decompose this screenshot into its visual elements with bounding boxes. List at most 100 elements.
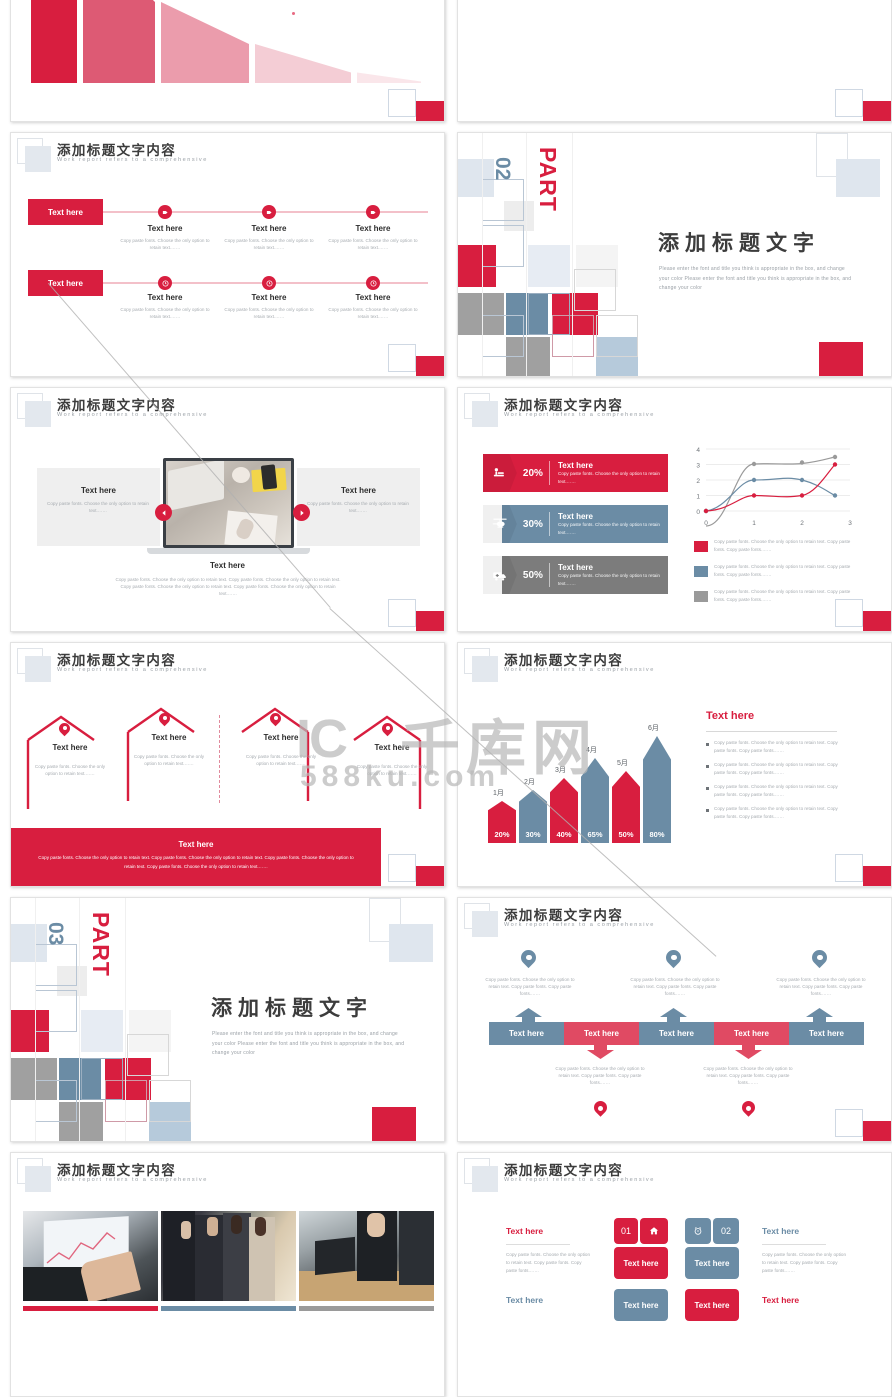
slide-arrow-bars[interactable]: 添加标题文字内容 Work report refers to a compreh…: [457, 642, 892, 887]
timeline-dot-2-2[interactable]: [262, 276, 276, 290]
deco-square-fill: [389, 924, 433, 962]
slide-header: 添加标题文字内容 Work report refers to a compreh…: [11, 643, 444, 687]
corner-square-outline: [835, 89, 863, 117]
timeline-dot-1-3[interactable]: [366, 205, 380, 219]
card-number-02[interactable]: 02: [713, 1218, 739, 1244]
percent-row-3-value: 50%: [522, 569, 543, 581]
chevron-step-5[interactable]: Text here: [789, 1022, 864, 1045]
slide-hexagons[interactable]: Text here Copy paste fonts. Choose the o…: [457, 0, 892, 122]
bar-label-3: 3月: [555, 767, 566, 774]
slide-header: 添加标题文字内容 Work report refers to a compreh…: [11, 1153, 444, 1197]
chevron-step-4[interactable]: Text here: [714, 1022, 789, 1045]
timeline-node-2-2-body: Copy paste fonts. Choose the only option…: [224, 307, 314, 320]
side-title-rule: [706, 731, 837, 732]
corner-square-red: [863, 866, 891, 886]
photo-1[interactable]: [23, 1211, 158, 1301]
chevron-step-3[interactable]: Text here: [639, 1022, 714, 1045]
bullet-list: Copy paste fonts. Choose the only option…: [706, 739, 846, 828]
bar-1: 20%: [488, 801, 516, 843]
photo-phone: [260, 464, 278, 490]
svg-text:1: 1: [696, 494, 700, 501]
photo-cup: [232, 467, 250, 483]
home-icon: [649, 1227, 659, 1235]
slide-header: 添加标题文字内容 Work report refers to a compreh…: [458, 388, 891, 432]
mosaic-cell: [528, 245, 570, 287]
page-subtitle: Work report refers to a comprehensive: [504, 667, 655, 673]
timeline-dot-2-3[interactable]: [366, 276, 380, 290]
bullet-item: Copy paste fonts. Choose the only option…: [706, 805, 846, 820]
mosaic-outline: [35, 1080, 77, 1122]
slide-funnel[interactable]: Text Here Copy paste fonts. Choose the o…: [10, 0, 445, 122]
percent-row-2-value: 30%: [522, 518, 543, 530]
corner-square-red: [416, 611, 444, 631]
mosaic-outline: [482, 315, 524, 357]
chevron-step-1[interactable]: Text here: [489, 1022, 564, 1045]
mosaic-outline: [127, 1034, 169, 1076]
card-icon-01[interactable]: [640, 1218, 668, 1244]
slide-speech-cards[interactable]: 添加标题文字内容 Work report refers to a compreh…: [457, 1152, 892, 1397]
chevron-step-2[interactable]: Text here: [564, 1022, 639, 1045]
svg-text:2: 2: [800, 520, 804, 527]
card-number-01[interactable]: 01: [614, 1218, 638, 1244]
drop-marker-1: [594, 1101, 607, 1117]
chevron-top-note-2: Copy paste fonts. Choose the only option…: [630, 977, 720, 997]
chevron-top-note-3: Copy paste fonts. Choose the only option…: [776, 977, 866, 997]
card-label-03[interactable]: Text here: [614, 1289, 668, 1321]
photo-2-face-3: [231, 1215, 242, 1234]
mosaic-outline: [105, 1080, 147, 1122]
bullet-marker: [706, 787, 709, 791]
chevron-bottom-note-1: Copy paste fonts. Choose the only option…: [555, 1066, 645, 1086]
percent-row-2[interactable]: 30% Text here Copy paste fonts. Choose t…: [483, 505, 668, 543]
alarm-icon: [694, 1226, 702, 1235]
photo-3[interactable]: [299, 1211, 434, 1301]
card-icon-02[interactable]: [685, 1218, 711, 1244]
slide-header: 添加标题文字内容 Work report refers to a compreh…: [11, 388, 444, 432]
timeline-dot-2-1[interactable]: [158, 276, 172, 290]
part-number: 02: [491, 157, 514, 181]
slide-chevrons[interactable]: 添加标题文字内容 Work report refers to a compreh…: [457, 897, 892, 1142]
svg-text:2: 2: [696, 478, 700, 485]
photo-3-person-2: [399, 1211, 434, 1285]
card-label-02[interactable]: Text here: [685, 1247, 739, 1279]
svg-text:4: 4: [696, 447, 700, 454]
right-block-1-rule: [762, 1244, 826, 1245]
slide-photos[interactable]: 添加标题文字内容 Work report refers to a compreh…: [10, 1152, 445, 1397]
timeline-dot-1-2[interactable]: [262, 205, 276, 219]
chevron-down-arrow-2: [735, 1045, 762, 1059]
card-label-04[interactable]: Text here: [685, 1289, 739, 1321]
slide-part-03[interactable]: 03 PART 添加标题文字 Please enter the font and…: [10, 897, 445, 1142]
prev-button[interactable]: [155, 504, 172, 521]
left-block-1-body: Copy paste fonts. Choose the only option…: [506, 1252, 591, 1274]
timeline-row-1-label[interactable]: Text here: [28, 199, 103, 225]
right-block-1-body: Copy paste fonts. Choose the only option…: [762, 1252, 847, 1274]
corner-square-red: [416, 356, 444, 376]
funnel-bar-5: [357, 72, 421, 83]
percent-row-3[interactable]: 50% Text here Copy paste fonts. Choose t…: [483, 556, 668, 594]
svg-text:3: 3: [848, 520, 852, 527]
timeline-dot-1-1[interactable]: [158, 205, 172, 219]
percent-row-3-title: Text here: [558, 563, 593, 573]
percent-row-1-title: Text here: [558, 461, 593, 471]
card-label-01[interactable]: Text here: [614, 1247, 668, 1279]
timeline-row-2-label[interactable]: Text here: [28, 270, 103, 296]
left-block-1-rule: [506, 1244, 570, 1245]
mosaic-gridline: [526, 133, 527, 376]
chevron-bar: Text here Text here Text here Text here …: [489, 1022, 864, 1045]
percent-row-1[interactable]: 20% Text here Copy paste fonts. Choose t…: [483, 454, 668, 492]
bullet-text-3: Copy paste fonts. Choose the only option…: [714, 784, 838, 797]
photo-2[interactable]: [161, 1211, 296, 1301]
funnel-pin-3: [289, 9, 298, 21]
slide-percent-line[interactable]: 添加标题文字内容 Work report refers to a compreh…: [457, 387, 892, 632]
slide-part-02[interactable]: 02 PART 添加标题文字 Please enter the font and…: [457, 132, 892, 377]
funnel-chart: [31, 0, 421, 83]
slide-timeline[interactable]: 添加标题文字内容 Work report refers to a compreh…: [10, 132, 445, 377]
slide-laptop[interactable]: 添加标题文字内容 Work report refers to a compreh…: [10, 387, 445, 632]
bar-value-1: 20%: [494, 830, 510, 839]
bar-label-1: 1月: [493, 790, 504, 797]
slide-houses[interactable]: 添加标题文字内容 Work report refers to a compreh…: [10, 642, 445, 887]
page-title: 添加标题文字内容: [57, 1163, 177, 1178]
bar-value-6: 80%: [649, 830, 665, 839]
next-button[interactable]: [293, 504, 310, 521]
left-panel-body: Copy paste fonts. Choose the only option…: [47, 501, 149, 514]
mosaic-outline: [35, 990, 77, 1032]
